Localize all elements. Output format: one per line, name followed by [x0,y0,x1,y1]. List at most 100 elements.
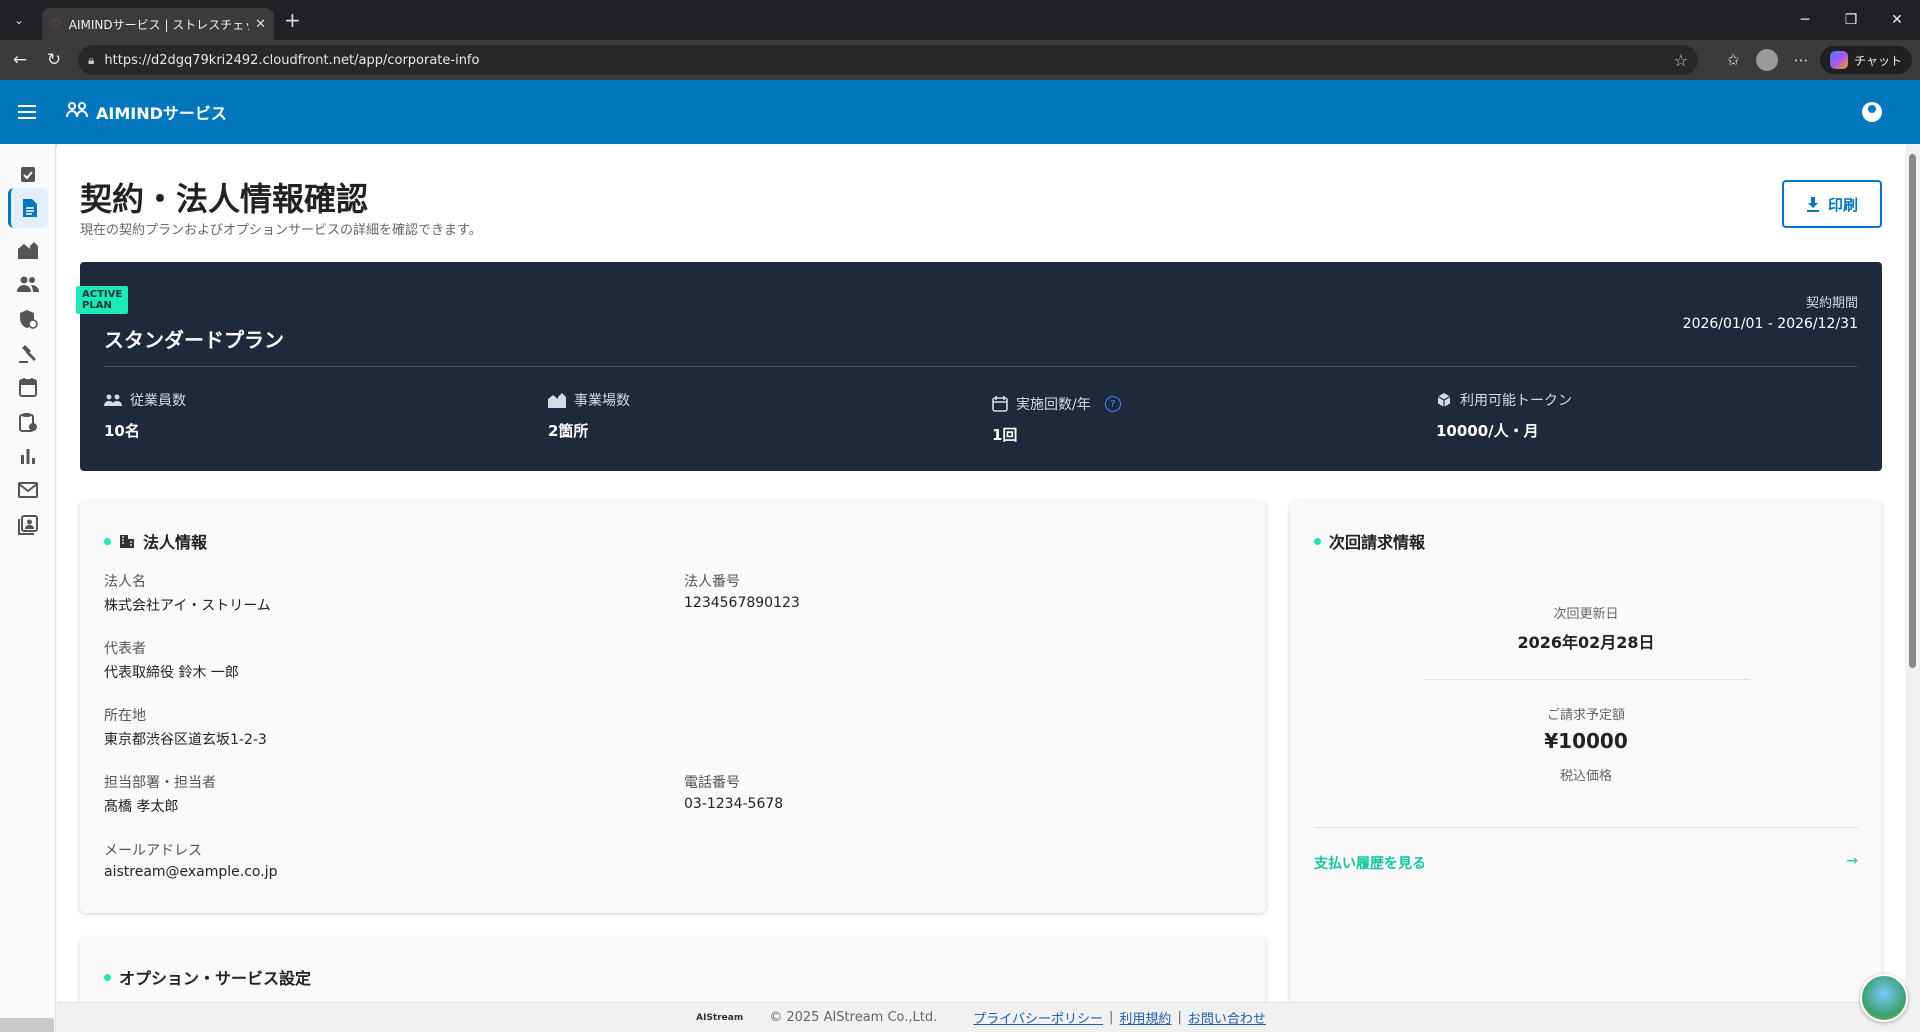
help-icon[interactable]: ? [1104,396,1121,412]
stat-label: 実施回数/年 [1016,397,1091,413]
tax-note: 税込価格 [1559,769,1612,784]
phone-value: 03-1234-5678 [684,796,784,812]
more-menu-icon[interactable]: ⋯ [1786,45,1816,75]
calendar-icon[interactable] [8,367,48,407]
window-controls: ─ ❐ ✕ [1782,0,1920,40]
browser-tabbar: ⌄ ♡ AIMINDサービス | ストレスチェック×デジ ✕ + ─ ❐ ✕ [0,0,1920,40]
print-button[interactable]: 印刷 [1782,180,1882,228]
amount-label: ご請求予定額 [1546,708,1625,723]
amount-value: ¥10000 [1544,729,1628,753]
footer-separator: | [1177,1010,1182,1025]
favorites-icon[interactable]: ✩ [1718,45,1748,75]
close-window-button[interactable]: ✕ [1874,0,1920,40]
document-icon[interactable] [8,188,48,228]
chat-label: チャット [1854,53,1902,68]
download-icon [1806,197,1819,212]
stat-value: 10000/人・月 [1436,422,1539,440]
stat-employees: 従業員数 10名 [104,390,186,441]
copilot-chat-button[interactable]: チャット [1820,46,1912,74]
arrow-right-icon[interactable]: → [1846,853,1858,869]
close-tab-icon[interactable]: ✕ [255,17,266,32]
scrollbar-thumb[interactable] [1909,154,1916,668]
copilot-icon [1830,51,1849,69]
page-title: 契約・法人情報確認 [80,180,369,218]
stat-label: 従業員数 [130,393,186,409]
print-label: 印刷 [1827,195,1858,214]
plan-divider [104,366,1858,367]
stat-frequency: 実施回数/年 ? 1回 [992,394,1121,445]
representative-label: 代表者 [104,641,146,657]
stat-label: 事業場数 [574,393,630,409]
browser-addressbar: ← ↻ 🔒︎ https://d2dgq79kri2492.cloudfront… [0,40,1920,80]
corporate-info-title: 法人情報 [104,529,207,553]
footer: AIStream © 2025 AIStream Co.,Ltd. プライバシー… [57,1002,1905,1032]
billing-divider [1424,679,1750,680]
payment-history-link[interactable]: 支払い履歴を見る [1314,853,1426,873]
url-field[interactable]: 🔒︎ https://d2dgq79kri2492.cloudfront.net… [78,45,1698,75]
menu-icon[interactable] [18,105,50,119]
browser-toolbar: ✩ ⋯ チャット [1718,45,1912,75]
section-dot [104,973,111,981]
minimize-button[interactable]: ─ [1782,0,1828,40]
contact-person-value: 髙橋 孝太郎 [104,799,179,815]
options-title-text: オプション・サービス設定 [119,969,312,988]
address-value: 東京都渋谷区道玄坂1-2-3 [104,732,267,748]
corporate-info-card: 法人情報 法人名 株式会社アイ・ストリーム 法人番号 1234567890123… [80,501,1266,857]
buildings-icon [548,393,566,408]
page-scrollbar[interactable] [1905,144,1920,1032]
stat-sites: 事業場数 2箇所 [548,390,630,441]
app-header: AIMINDサービス [0,80,1920,144]
tab-list-button[interactable]: ⌄ [4,5,34,35]
account-circle-icon[interactable] [1862,102,1882,122]
footer-logo: AIStream [696,1012,744,1023]
contacts-icon[interactable] [8,505,48,545]
brand-name: AIMINDサービス [96,104,227,123]
sidebar-scrollbar[interactable] [0,1018,54,1032]
profile-button[interactable] [1752,45,1782,75]
mail-icon[interactable] [8,470,48,510]
terms-link[interactable]: 利用規約 [1119,1008,1171,1027]
renew-date-value: 2026年02月28日 [1517,633,1655,652]
representative-value: 代表取締役 鈴木 一郎 [104,665,239,681]
corp-number-value: 1234567890123 [684,595,800,611]
corp-number-label: 法人番号 [684,574,740,590]
copyright: © 2025 AIStream Co.,Ltd. [769,1010,938,1025]
url-text: https://d2dgq79kri2492.cloudfront.net/ap… [104,52,480,68]
contract-period-value: 2026/01/01 - 2026/12/31 [1682,316,1858,332]
section-dot [1314,537,1321,545]
assistant-avatar-button[interactable] [1860,974,1908,1022]
sidebar [0,144,56,1032]
heart-favicon-icon: ♡ [50,17,61,31]
contact-person-label: 担当部署・担当者 [104,775,216,791]
people-icon [104,394,122,406]
badge-line-1: ACTIVE [82,289,123,300]
main-content: 契約・法人情報確認 現在の契約プランおよびオプションサービスの詳細を確認できます… [57,144,1905,1002]
favorite-star-icon[interactable]: ☆ [1674,51,1688,70]
new-tab-button[interactable]: + [284,8,301,32]
browser-tab[interactable]: ♡ AIMINDサービス | ストレスチェック×デジ ✕ [42,8,274,40]
stat-tokens: 利用可能トークン 10000/人・月 [1436,390,1572,441]
billing-title-text: 次回請求情報 [1329,533,1426,552]
footer-separator: | [1109,1010,1114,1025]
corp-name-value: 株式会社アイ・ストリーム [104,598,271,614]
plan-name: スタンダードプラン [104,328,284,352]
options-card: オプション・サービス設定 [80,937,1266,1002]
privacy-link[interactable]: プライバシーポリシー [973,1008,1103,1027]
renew-date-label: 次回更新日 [1553,607,1619,622]
active-plan-card: ACTIVE PLAN スタンダードプラン 契約期間 2026/01/01 - … [76,262,1882,471]
stat-value: 10名 [104,422,140,440]
back-button[interactable]: ← [6,46,34,74]
corporate-title-text: 法人情報 [143,533,208,552]
billing-link-divider [1314,827,1858,828]
people-icon[interactable] [8,264,48,304]
office-building-icon [120,535,134,548]
contact-link[interactable]: お問い合わせ [1188,1008,1266,1027]
section-dot [104,537,111,545]
active-plan-badge: ACTIVE PLAN [76,286,129,314]
calendar-icon [992,396,1008,412]
brand[interactable]: AIMINDサービス [66,100,227,124]
phone-label: 電話番号 [684,775,740,791]
reload-button[interactable]: ↻ [40,46,68,74]
restore-button[interactable]: ❐ [1828,0,1874,40]
tab-title: AIMINDサービス | ストレスチェック×デジ [68,17,249,32]
